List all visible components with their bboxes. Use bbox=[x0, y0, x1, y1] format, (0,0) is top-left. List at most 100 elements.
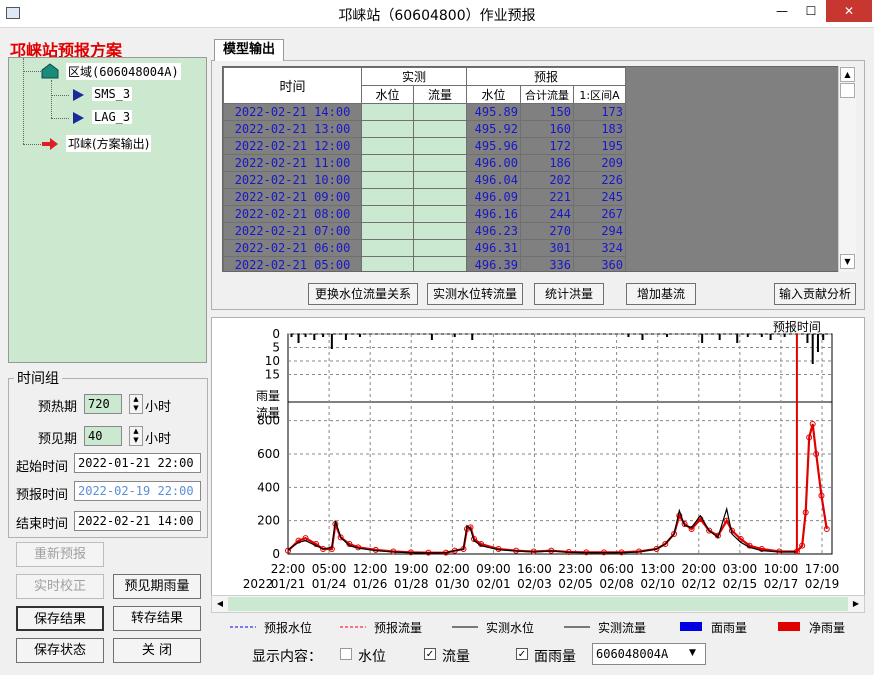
cell-fc-level[interactable]: 496.16 bbox=[466, 205, 521, 223]
input-contrib-button[interactable]: 输入贡献分析 bbox=[774, 283, 856, 305]
scheme-tree[interactable]: 区域(606048004A) SMS_3 LAG_3 邛崃(方案输出) bbox=[8, 57, 207, 363]
forecast-period-input[interactable]: 40 bbox=[84, 426, 122, 446]
cell-time[interactable]: 2022-02-21 05:00 bbox=[223, 256, 362, 271]
area-rain-checkbox[interactable]: ✓ bbox=[516, 648, 528, 660]
cell-fc-flow[interactable]: 244 bbox=[520, 205, 574, 223]
cell-time[interactable]: 2022-02-21 10:00 bbox=[223, 171, 362, 189]
cell-obs-flow[interactable] bbox=[413, 137, 467, 155]
tree-item-lag3[interactable]: LAG_3 bbox=[92, 110, 133, 124]
close-button[interactable]: 关 闭 bbox=[113, 638, 201, 663]
cell-obs-level[interactable] bbox=[361, 239, 414, 257]
warmup-spinner[interactable]: ▲ ▼ bbox=[129, 394, 143, 414]
cell-fc-zone[interactable]: 183 bbox=[573, 120, 626, 138]
cell-obs-flow[interactable] bbox=[413, 103, 467, 121]
table-row[interactable]: 2022-02-21 05:00 496.39 336 360 bbox=[223, 256, 626, 271]
cell-obs-flow[interactable] bbox=[413, 171, 467, 189]
cell-time[interactable]: 2022-02-21 11:00 bbox=[223, 154, 362, 172]
cell-fc-flow[interactable]: 221 bbox=[520, 188, 574, 206]
cell-obs-level[interactable] bbox=[361, 103, 414, 121]
tree-item-sms3[interactable]: SMS_3 bbox=[92, 87, 133, 101]
flow-checkbox[interactable]: ✓ bbox=[424, 648, 436, 660]
cell-fc-flow[interactable]: 336 bbox=[520, 256, 574, 271]
cell-fc-level[interactable]: 495.96 bbox=[466, 137, 521, 155]
cell-obs-level[interactable] bbox=[361, 171, 414, 189]
cell-fc-zone[interactable]: 226 bbox=[573, 171, 626, 189]
cell-time[interactable]: 2022-02-21 14:00 bbox=[223, 103, 362, 121]
cell-obs-level[interactable] bbox=[361, 205, 414, 223]
cell-obs-flow[interactable] bbox=[413, 120, 467, 138]
cell-fc-zone[interactable]: 324 bbox=[573, 239, 626, 257]
cell-fc-zone[interactable]: 195 bbox=[573, 137, 626, 155]
cell-fc-level[interactable]: 495.89 bbox=[466, 103, 521, 121]
forecast-spinner[interactable]: ▲ ▼ bbox=[129, 426, 143, 446]
transfer-result-button[interactable]: 转存结果 bbox=[113, 606, 201, 631]
cell-obs-flow[interactable] bbox=[413, 222, 467, 240]
cell-fc-flow[interactable]: 160 bbox=[520, 120, 574, 138]
cell-obs-flow[interactable] bbox=[413, 154, 467, 172]
cell-fc-flow[interactable]: 202 bbox=[520, 171, 574, 189]
stat-flood-button[interactable]: 统计洪量 bbox=[534, 283, 604, 305]
scroll-up-icon[interactable]: ▲ bbox=[840, 67, 855, 82]
cell-obs-flow[interactable] bbox=[413, 205, 467, 223]
tree-item-region[interactable]: 区域(606048004A) bbox=[66, 63, 181, 80]
end-time-field[interactable]: 2022-02-21 14:00 bbox=[74, 511, 201, 531]
scroll-thumb[interactable] bbox=[840, 83, 855, 98]
chevron-down-icon[interactable]: ▼ bbox=[689, 648, 696, 658]
cell-time[interactable]: 2022-02-21 06:00 bbox=[223, 239, 362, 257]
cell-time[interactable]: 2022-02-21 07:00 bbox=[223, 222, 362, 240]
cell-fc-flow[interactable]: 301 bbox=[520, 239, 574, 257]
cell-obs-level[interactable] bbox=[361, 154, 414, 172]
cell-time[interactable]: 2022-02-21 13:00 bbox=[223, 120, 362, 138]
cell-fc-flow[interactable]: 270 bbox=[520, 222, 574, 240]
replace-relation-button[interactable]: 更换水位流量关系 bbox=[308, 283, 418, 305]
table-row[interactable]: 2022-02-21 12:00 495.96 172 195 bbox=[223, 137, 626, 155]
table-row[interactable]: 2022-02-21 10:00 496.04 202 226 bbox=[223, 171, 626, 189]
cell-obs-level[interactable] bbox=[361, 120, 414, 138]
cell-fc-level[interactable]: 496.00 bbox=[466, 154, 521, 172]
cell-fc-flow[interactable]: 172 bbox=[520, 137, 574, 155]
forecast-time-field[interactable]: 2022-02-19 22:00 bbox=[74, 481, 201, 501]
table-row[interactable]: 2022-02-21 06:00 496.31 301 324 bbox=[223, 239, 626, 257]
add-baseflow-button[interactable]: 增加基流 bbox=[626, 283, 696, 305]
tree-item-output[interactable]: 邛崃(方案输出) bbox=[66, 135, 152, 152]
reforecast-button[interactable]: 重新预报 bbox=[16, 542, 104, 567]
cell-obs-level[interactable] bbox=[361, 222, 414, 240]
cell-fc-level[interactable]: 495.92 bbox=[466, 120, 521, 138]
save-result-button[interactable]: 保存结果 bbox=[16, 606, 104, 631]
cell-fc-zone[interactable]: 245 bbox=[573, 188, 626, 206]
table-row[interactable]: 2022-02-21 07:00 496.23 270 294 bbox=[223, 222, 626, 240]
cell-obs-level[interactable] bbox=[361, 256, 414, 271]
cell-fc-level[interactable]: 496.04 bbox=[466, 171, 521, 189]
scroll-down-icon[interactable]: ▼ bbox=[840, 254, 855, 269]
save-state-button[interactable]: 保存状态 bbox=[16, 638, 104, 663]
obs-level-to-flow-button[interactable]: 实测水位转流量 bbox=[427, 283, 523, 305]
chart-horizontal-scrollbar[interactable]: ◀ ▶ bbox=[211, 595, 865, 613]
scroll-left-icon[interactable]: ◀ bbox=[213, 597, 227, 611]
table-row[interactable]: 2022-02-21 13:00 495.92 160 183 bbox=[223, 120, 626, 138]
warmup-input[interactable]: 720 bbox=[84, 394, 122, 414]
cell-time[interactable]: 2022-02-21 08:00 bbox=[223, 205, 362, 223]
cell-fc-level[interactable]: 496.39 bbox=[466, 256, 521, 271]
realtime-correct-button[interactable]: 实时校正 bbox=[16, 574, 104, 599]
cell-obs-flow[interactable] bbox=[413, 188, 467, 206]
cell-fc-level[interactable]: 496.09 bbox=[466, 188, 521, 206]
level-checkbox[interactable] bbox=[340, 648, 352, 660]
scroll-right-icon[interactable]: ▶ bbox=[849, 597, 863, 611]
zone-select[interactable]: 606048004A ▼ bbox=[592, 643, 706, 665]
output-table[interactable]: 时间 实测 预报 水位 流量 水位 合计流量 1:区间A 2022-02-21 … bbox=[222, 66, 856, 272]
cell-time[interactable]: 2022-02-21 09:00 bbox=[223, 188, 362, 206]
cell-time[interactable]: 2022-02-21 12:00 bbox=[223, 137, 362, 155]
table-vertical-scrollbar[interactable]: ▲ ▼ bbox=[838, 66, 856, 272]
cell-fc-zone[interactable]: 267 bbox=[573, 205, 626, 223]
close-window-button[interactable]: ✕ bbox=[826, 0, 872, 22]
cell-fc-flow[interactable]: 150 bbox=[520, 103, 574, 121]
cell-obs-level[interactable] bbox=[361, 188, 414, 206]
cell-fc-level[interactable]: 496.23 bbox=[466, 222, 521, 240]
tab-model-output[interactable]: 模型输出 bbox=[214, 39, 284, 61]
cell-obs-level[interactable] bbox=[361, 137, 414, 155]
scroll-track[interactable] bbox=[228, 597, 848, 611]
table-row[interactable]: 2022-02-21 14:00 495.89 150 173 bbox=[223, 103, 626, 121]
cell-fc-zone[interactable]: 173 bbox=[573, 103, 626, 121]
table-row[interactable]: 2022-02-21 11:00 496.00 186 209 bbox=[223, 154, 626, 172]
cell-fc-level[interactable]: 496.31 bbox=[466, 239, 521, 257]
